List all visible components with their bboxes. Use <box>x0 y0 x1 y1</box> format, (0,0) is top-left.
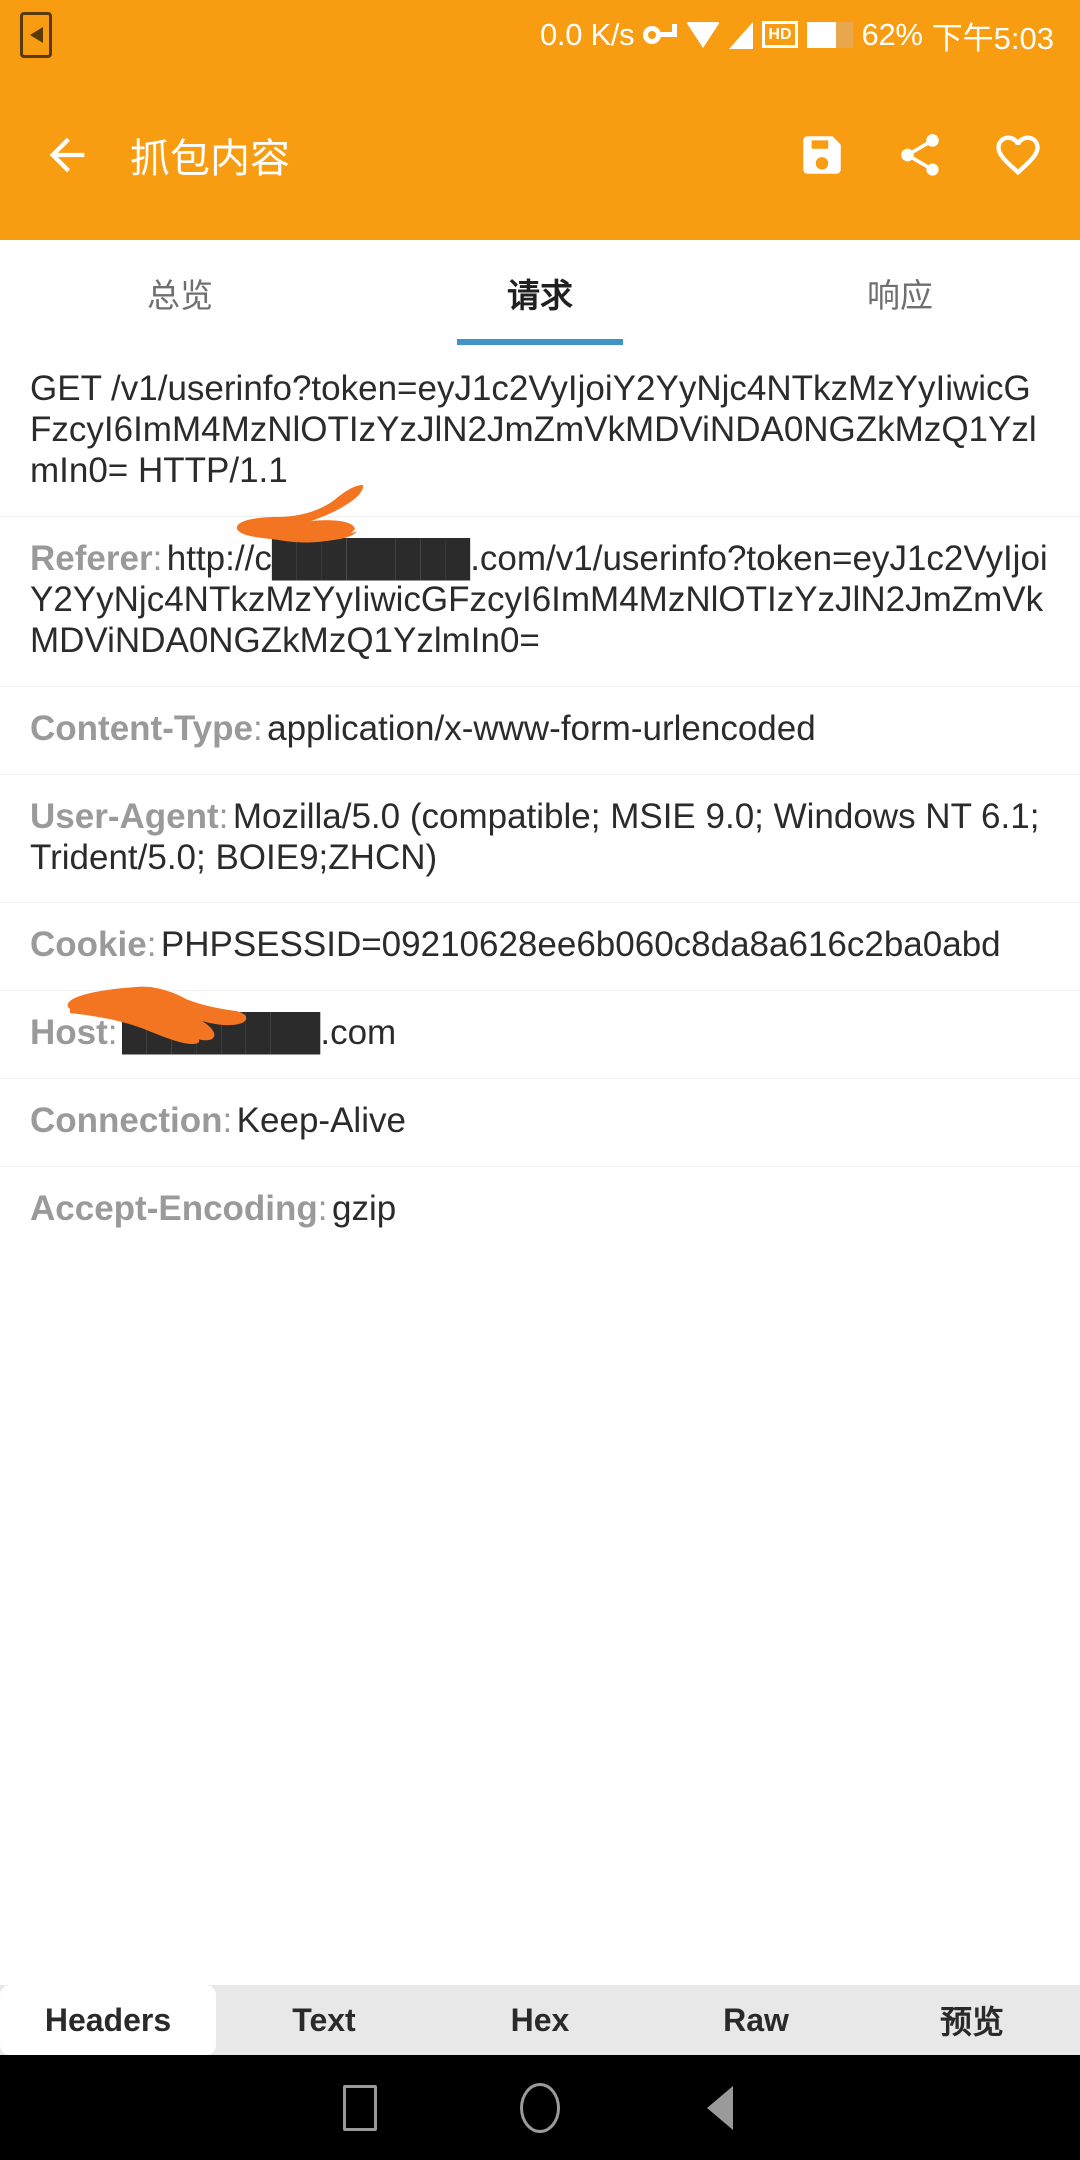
header-name: Cookie <box>30 925 147 965</box>
home-button[interactable] <box>450 2055 630 2160</box>
header-value: application/x-www-form-urlencoded <box>267 708 816 748</box>
phone-cast-icon <box>20 12 52 58</box>
tab-request-label: 请求 <box>507 276 573 314</box>
back-button[interactable] <box>30 118 104 192</box>
bottom-tab-text-label: Text <box>292 2001 356 2038</box>
triangle-left-icon <box>707 2085 733 2130</box>
header-row-referer[interactable]: Referer: http://c████████.com/v1/userinf… <box>0 484 1080 687</box>
header-row-cookie[interactable]: Cookie: PHPSESSID=09210628ee6b060c8da8a6… <box>0 903 1080 992</box>
app-bar: 抓包内容 <box>0 70 1080 240</box>
android-nav-bar <box>0 2055 1080 2160</box>
header-name: Referer <box>30 538 153 578</box>
bottom-tab-hex-label: Hex <box>510 2001 570 2038</box>
app-bar-actions <box>794 127 1046 183</box>
heart-icon[interactable] <box>990 127 1046 183</box>
header-value: Keep-Alive <box>236 1101 406 1141</box>
header-row-user-agent[interactable]: User-Agent: Mozilla/5.0 (compatible; MSI… <box>0 775 1080 904</box>
tab-overview-label: 总览 <box>147 276 213 314</box>
top-tab-bar: 总览 请求 响应 <box>0 240 1080 345</box>
page-title: 抓包内容 <box>130 137 290 181</box>
header-colon: : <box>107 1013 118 1053</box>
header-colon: : <box>252 708 263 748</box>
vpn-key-icon <box>643 23 678 47</box>
header-row-connection[interactable]: Connection: Keep-Alive <box>0 1079 1080 1168</box>
battery-percent-label: 62% <box>861 17 923 52</box>
bottom-tab-hex[interactable]: Hex <box>432 1985 648 2055</box>
header-row-host[interactable]: Host: ████████.com <box>0 986 1080 1080</box>
battery-icon <box>806 22 853 48</box>
header-value: http://c████████.com/v1/userinfo?token=e… <box>30 538 1048 660</box>
bottom-tab-headers-label: Headers <box>44 2001 172 2038</box>
header-row-content-type[interactable]: Content-Type: application/x-www-form-url… <box>0 687 1080 775</box>
header-colon: : <box>317 1189 328 1229</box>
status-bar: 0.0 K/s HD 62% 下午5:03 <box>0 0 1080 70</box>
header-value: gzip <box>331 1189 397 1229</box>
bottom-tab-bar: Headers Text Hex Raw 预览 <box>0 1985 1080 2055</box>
bottom-tab-raw-label: Raw <box>723 2001 789 2038</box>
status-bar-left <box>20 12 52 58</box>
tab-response-label: 响应 <box>867 276 933 314</box>
header-name: Content-Type <box>30 708 253 748</box>
bottom-tab-preview-label: 预览 <box>939 2004 1004 2040</box>
header-name: Accept-Encoding <box>30 1189 318 1229</box>
recents-button[interactable] <box>270 2055 450 2160</box>
bottom-tab-preview[interactable]: 预览 <box>864 1985 1080 2055</box>
clock-label: 下午5:03 <box>931 20 1054 56</box>
square-icon <box>343 2084 377 2131</box>
tab-response[interactable]: 响应 <box>720 240 1080 345</box>
header-colon: : <box>218 796 229 836</box>
status-bar-right: 0.0 K/s HD 62% 下午5:03 <box>540 13 1054 58</box>
header-value: PHPSESSID=09210628ee6b060c8da8a616c2ba0a… <box>160 925 1001 965</box>
network-speed-label: 0.0 K/s <box>539 17 635 52</box>
tab-request[interactable]: 请求 <box>360 240 720 345</box>
bottom-tab-raw[interactable]: Raw <box>648 1985 864 2055</box>
header-name: User-Agent <box>30 796 219 836</box>
save-icon[interactable] <box>794 127 850 183</box>
back-button[interactable] <box>630 2055 810 2160</box>
bottom-tab-text[interactable]: Text <box>216 1985 432 2055</box>
share-icon[interactable] <box>892 127 948 183</box>
request-line-row[interactable]: GET /v1/userinfo?token=eyJ1c2VyIjoiY2YyN… <box>0 345 1080 517</box>
header-value: ████████.com <box>121 1013 397 1053</box>
request-start-line: GET /v1/userinfo?token=eyJ1c2VyIjoiY2YyN… <box>30 369 1037 490</box>
hd-icon: HD <box>762 20 798 48</box>
tab-overview[interactable]: 总览 <box>0 240 360 345</box>
circle-icon <box>520 2082 560 2133</box>
header-row-accept-encoding[interactable]: Accept-Encoding: gzip <box>0 1167 1080 1254</box>
headers-list[interactable]: GET /v1/userinfo?token=eyJ1c2VyIjoiY2YyN… <box>0 345 1080 1985</box>
header-colon: : <box>222 1101 233 1141</box>
header-colon: : <box>152 538 163 578</box>
signal-icon <box>729 21 754 49</box>
bottom-tab-headers[interactable]: Headers <box>0 1985 216 2055</box>
header-colon: : <box>146 925 157 965</box>
header-name: Host <box>30 1013 108 1053</box>
header-name: Connection <box>30 1101 223 1141</box>
wifi-icon <box>686 22 721 48</box>
